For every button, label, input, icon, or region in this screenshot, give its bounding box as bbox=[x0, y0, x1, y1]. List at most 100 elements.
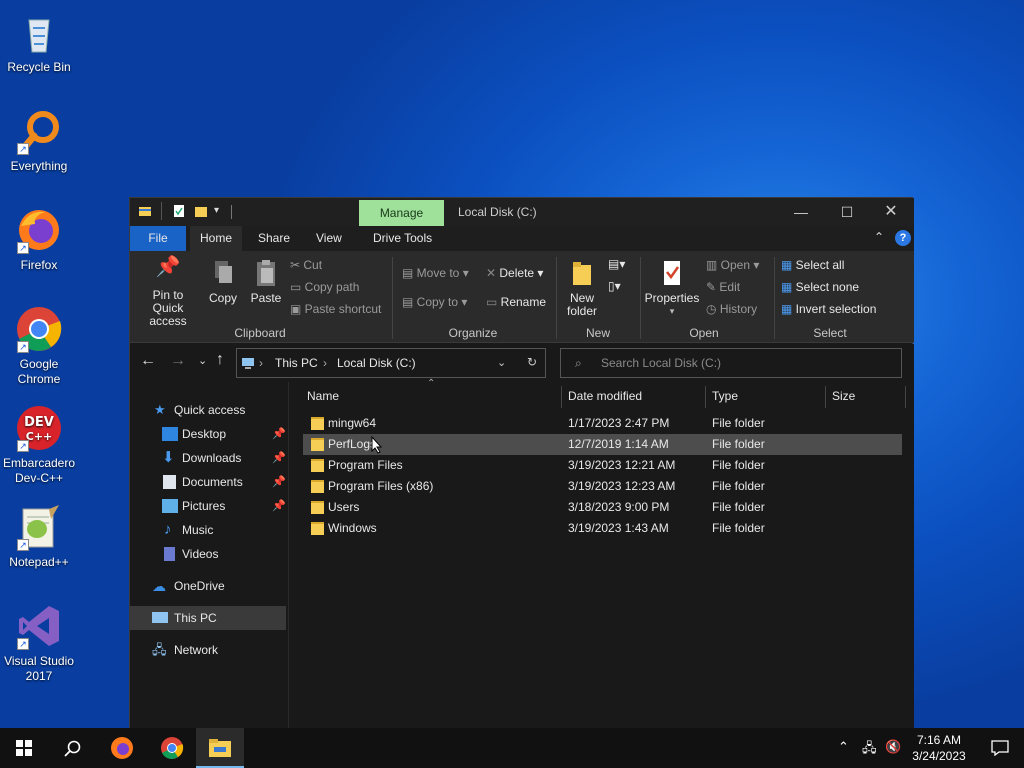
column-header-size[interactable]: Size bbox=[826, 382, 904, 410]
open-button[interactable]: ▥ Open ▾ bbox=[706, 258, 759, 272]
new-item-button[interactable]: ▤▾ bbox=[608, 257, 625, 271]
forward-button[interactable]: → bbox=[170, 352, 186, 370]
tab-file[interactable]: File bbox=[130, 226, 186, 251]
nav-downloads[interactable]: ⬇ Downloads 📌 bbox=[130, 446, 286, 470]
properties-button[interactable]: Properties ▾ bbox=[644, 259, 700, 318]
invert-selection-button[interactable]: ▦ Invert selection bbox=[781, 302, 876, 316]
column-header-date[interactable]: Date modified bbox=[562, 382, 706, 410]
start-button[interactable] bbox=[0, 728, 48, 768]
nav-videos[interactable]: Videos bbox=[130, 542, 286, 566]
network-status-icon[interactable]: 🖧 bbox=[862, 739, 877, 761]
paste-shortcut-button[interactable]: ▣ Paste shortcut bbox=[290, 302, 381, 316]
address-box[interactable]: › This PC › Local Disk (C:) ⌄ ↻ bbox=[236, 348, 546, 378]
up-arrow-icon: ↑ bbox=[216, 351, 224, 368]
select-all-label: Select all bbox=[795, 258, 845, 272]
taskbar-chrome[interactable] bbox=[148, 728, 196, 768]
column-header-type[interactable]: Type bbox=[706, 382, 824, 410]
nav-this-pc[interactable]: This PC bbox=[130, 606, 286, 630]
taskbar-firefox[interactable] bbox=[98, 728, 146, 768]
desktop-icon-label: Firefox bbox=[20, 258, 58, 272]
table-row[interactable]: Users 3/18/2023 9:00 PM File folder bbox=[303, 497, 902, 518]
select-none-button[interactable]: ▦ Select none bbox=[781, 280, 859, 294]
volume-muted-icon[interactable]: 🔇 bbox=[885, 739, 901, 755]
history-button[interactable]: ◷ History bbox=[706, 302, 757, 316]
firefox-icon bbox=[111, 737, 133, 759]
taskbar-clock[interactable]: 7:16 AM 3/24/2023 bbox=[903, 732, 975, 764]
desktop-icon-everything[interactable]: ↗ Everything bbox=[0, 107, 78, 174]
file-explorer-window[interactable]: ▾ Manage Local Disk (C:) — ☐ ✕ File Home… bbox=[129, 197, 914, 729]
back-button[interactable]: ← bbox=[140, 352, 156, 370]
taskbar-file-explorer[interactable] bbox=[196, 728, 244, 768]
breadcrumb-this-pc[interactable]: This PC bbox=[275, 356, 318, 370]
table-row[interactable]: Program Files 3/19/2023 12:21 AM File fo… bbox=[303, 455, 902, 476]
maximize-button[interactable]: ☐ bbox=[824, 198, 870, 226]
tab-view[interactable]: View bbox=[306, 226, 352, 251]
copy-to-button[interactable]: ▤ Copy to ▾ bbox=[402, 295, 467, 309]
chevron-down-icon: ▾ bbox=[669, 306, 675, 316]
desktop-icon-recycle-bin[interactable]: Recycle Bin bbox=[0, 8, 78, 75]
search-input[interactable]: ⌕ Search Local Disk (C:) bbox=[560, 348, 902, 378]
group-open-label: Open bbox=[689, 326, 719, 340]
refresh-button[interactable]: ↻ bbox=[527, 355, 537, 369]
rename-label: Rename bbox=[500, 295, 547, 309]
close-button[interactable]: ✕ bbox=[868, 198, 914, 226]
table-row[interactable]: Program Files (x86) 3/19/2023 12:23 AM F… bbox=[303, 476, 902, 497]
clock-time: 7:16 AM bbox=[916, 733, 962, 747]
show-hidden-icons-button[interactable]: ⌃ bbox=[838, 739, 849, 755]
file-name: PerfLogs bbox=[328, 437, 377, 451]
paste-shortcut-label: Paste shortcut bbox=[304, 302, 382, 316]
column-header-name[interactable]: Name bbox=[301, 382, 559, 410]
search-button[interactable] bbox=[48, 728, 96, 768]
paste-button[interactable]: Paste bbox=[246, 259, 286, 305]
rename-button[interactable]: ▭ Rename bbox=[486, 295, 546, 309]
nav-music[interactable]: ♪ Music bbox=[130, 518, 286, 542]
nav-quick-access[interactable]: ★ Quick access bbox=[130, 398, 286, 422]
table-row[interactable]: Windows 3/19/2023 1:43 AM File folder bbox=[303, 518, 902, 539]
tab-home[interactable]: Home bbox=[190, 226, 243, 251]
up-button[interactable]: ↑ bbox=[216, 351, 224, 369]
delete-button[interactable]: ✕ Delete ▾ bbox=[486, 266, 543, 280]
nav-documents[interactable]: Documents 📌 bbox=[130, 470, 286, 494]
nav-network[interactable]: 🖧 Network bbox=[130, 638, 286, 662]
properties-label: Properties bbox=[644, 291, 700, 305]
cut-button[interactable]: ✂ Cut bbox=[290, 258, 322, 272]
file-name: Users bbox=[328, 500, 360, 514]
nav-onedrive[interactable]: ☁ OneDrive bbox=[130, 574, 286, 598]
help-icon[interactable]: ? bbox=[895, 230, 911, 246]
new-folder-icon bbox=[573, 262, 591, 285]
desktop-icon-firefox[interactable]: ↗ Firefox bbox=[0, 206, 78, 273]
file-type: File folder bbox=[712, 521, 765, 535]
desktop-icon-devcpp[interactable]: DEV C++ ↗ Embarcadero Dev-C++ bbox=[0, 404, 78, 486]
copy-path-button[interactable]: ▭ Copy path bbox=[290, 280, 359, 294]
select-all-button[interactable]: ▦ Select all bbox=[781, 258, 844, 272]
table-row[interactable]: mingw64 1/17/2023 2:47 PM File folder bbox=[303, 413, 902, 434]
customize-qat-icon[interactable]: ▾ bbox=[214, 204, 228, 218]
move-to-button[interactable]: ▤ Move to ▾ bbox=[402, 266, 469, 280]
pin-quick-access-button[interactable]: 📌 Pin to Quick access bbox=[136, 257, 200, 328]
tab-drive-tools[interactable]: Drive Tools bbox=[363, 226, 442, 251]
new-folder-icon[interactable] bbox=[194, 204, 208, 218]
action-center-button[interactable] bbox=[976, 728, 1024, 768]
file-type: File folder bbox=[712, 416, 765, 430]
tab-manage[interactable]: Manage bbox=[359, 200, 444, 226]
new-folder-button[interactable]: New folder bbox=[562, 259, 602, 318]
properties-icon[interactable] bbox=[172, 204, 186, 218]
collapse-ribbon-icon[interactable]: ⌃ bbox=[874, 230, 884, 244]
nav-pictures[interactable]: Pictures 📌 bbox=[130, 494, 286, 518]
nav-desktop[interactable]: Desktop 📌 bbox=[130, 422, 286, 446]
copy-label: Copy bbox=[208, 291, 237, 305]
table-row[interactable]: PerfLogs 12/7/2019 1:14 AM File folder bbox=[303, 434, 902, 455]
recent-locations-button[interactable]: ⌄ bbox=[198, 354, 207, 367]
copy-button[interactable]: Copy bbox=[204, 259, 242, 305]
easy-access-button[interactable]: ▯▾ bbox=[608, 279, 621, 293]
desktop-icon-notepadpp[interactable]: ↗ Notepad++ bbox=[0, 503, 78, 570]
tab-share[interactable]: Share bbox=[248, 226, 300, 251]
desktop-icon-visual-studio[interactable]: ↗ Visual Studio 2017 bbox=[0, 602, 78, 684]
edit-button[interactable]: ✎ Edit bbox=[706, 280, 740, 294]
breadcrumb-local-disk[interactable]: Local Disk (C:) bbox=[337, 356, 416, 370]
title-bar[interactable]: ▾ Manage Local Disk (C:) — ☐ ✕ bbox=[130, 198, 914, 226]
file-name: Program Files (x86) bbox=[328, 479, 434, 493]
minimize-button[interactable]: — bbox=[778, 198, 824, 226]
address-dropdown-button[interactable]: ⌄ bbox=[497, 356, 506, 369]
desktop-icon-chrome[interactable]: ↗ Google Chrome bbox=[0, 305, 78, 387]
